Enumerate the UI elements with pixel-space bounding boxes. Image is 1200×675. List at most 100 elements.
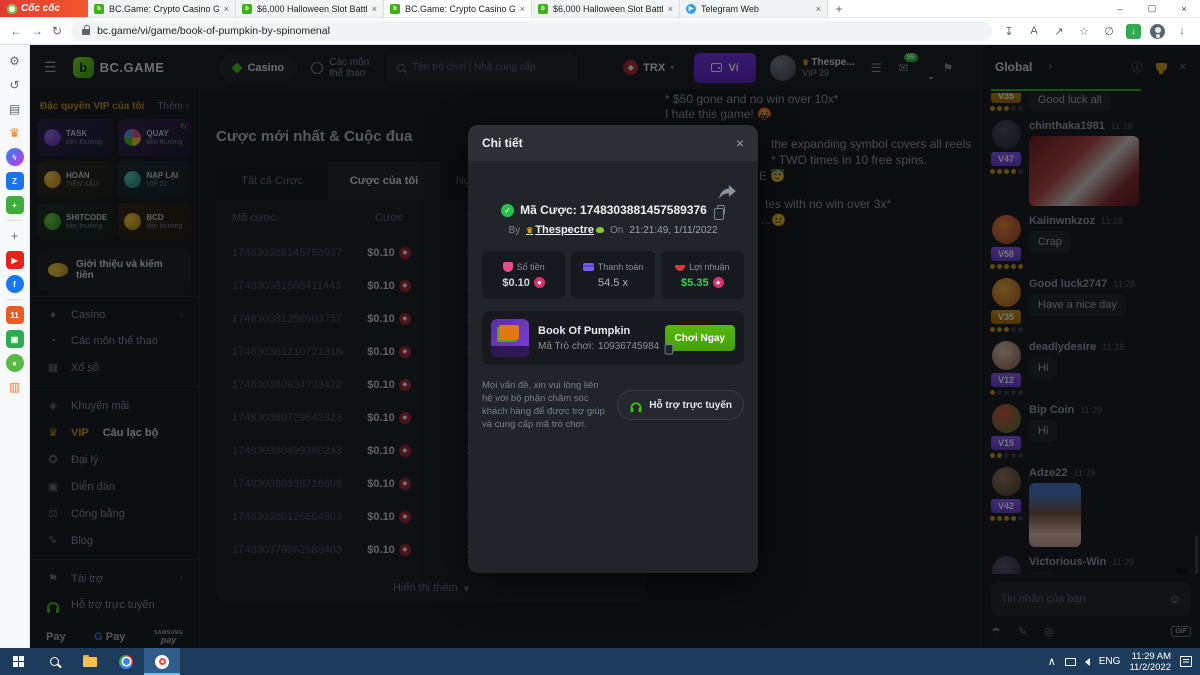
bet-author-row: By ♛Thespectre On 21:21:49, 1/11/2022 bbox=[468, 224, 758, 236]
copy-game-id-icon[interactable] bbox=[667, 342, 669, 351]
share-icon[interactable]: ↗ bbox=[1051, 25, 1067, 38]
new-tab-button[interactable]: + bbox=[828, 0, 850, 17]
payment-card-icon bbox=[583, 263, 594, 271]
tab-title: $6,000 Halloween Slot Battle bbox=[257, 4, 367, 14]
tab-title: BC.Game: Crypto Casino Gan bbox=[109, 4, 219, 14]
share-bet-icon[interactable] bbox=[719, 185, 736, 204]
close-window-button[interactable]: × bbox=[1168, 0, 1200, 17]
bookmark-star-icon[interactable]: ☆ bbox=[1076, 25, 1092, 38]
file-explorer[interactable] bbox=[72, 648, 108, 675]
taskbar-search[interactable] bbox=[36, 648, 72, 675]
cart-icon[interactable]: ▥ bbox=[6, 378, 24, 396]
youtube-icon[interactable]: ▶ bbox=[6, 251, 24, 269]
windows-taskbar: ∧ ENG 11:29 AM11/2/2022 bbox=[0, 648, 1200, 675]
by-label: By bbox=[508, 225, 520, 236]
download-manager-icon[interactable]: ↓ bbox=[1126, 24, 1141, 39]
games-controller-icon[interactable]: + bbox=[6, 196, 24, 214]
coccoc-icon bbox=[155, 655, 169, 669]
facebook-icon[interactable]: f bbox=[6, 275, 24, 293]
browser-sidebar: ⚙ ↺ ▤ ♛ ϟ Z + + ▶ f 11 ▣ ● ▥ bbox=[0, 45, 30, 648]
bet-id-row: ✓ Mã Cược: 1748303881457589376 bbox=[468, 203, 758, 217]
tab-close-icon[interactable]: × bbox=[224, 4, 229, 14]
downloads-icon[interactable]: ↓ bbox=[1174, 25, 1190, 37]
tab-close-icon[interactable]: × bbox=[520, 4, 525, 14]
tab-close-icon[interactable]: × bbox=[816, 4, 821, 14]
tab-bcgame-1[interactable]: bBC.Game: Crypto Casino Gan× bbox=[88, 0, 236, 17]
shop-icon[interactable]: ● bbox=[6, 354, 24, 372]
reload-icon[interactable]: ↻ bbox=[52, 24, 62, 38]
url-bar[interactable]: bc.game/vi/game/book-of-pumpkin-by-spino… bbox=[71, 21, 992, 41]
feed-icon[interactable]: ▤ bbox=[6, 100, 24, 118]
speaker-icon[interactable] bbox=[1085, 658, 1090, 666]
tab-halloween-1[interactable]: b $6,000 Halloween Slot Battle × bbox=[236, 0, 384, 17]
crown-vip-icon[interactable]: ♛ bbox=[6, 124, 24, 142]
play-now-button[interactable]: Chơi Ngay bbox=[665, 325, 735, 351]
tab-title: Telegram Web bbox=[701, 4, 811, 14]
browser-tabstrip: Cốc cốc bBC.Game: Crypto Casino Gan× b$6… bbox=[0, 0, 1200, 18]
crown-icon: ♛ bbox=[526, 226, 533, 235]
minimize-button[interactable]: – bbox=[1104, 0, 1136, 17]
lock-icon bbox=[82, 29, 90, 35]
system-tray: ∧ ENG 11:29 AM11/2/2022 bbox=[1048, 648, 1200, 675]
bcgame-favicon: b bbox=[390, 4, 400, 14]
divider bbox=[7, 299, 23, 300]
url-text: bc.game/vi/game/book-of-pumpkin-by-spino… bbox=[97, 25, 330, 37]
tab-halloween-2[interactable]: b $6,000 Halloween Slot Battle × bbox=[532, 0, 680, 17]
close-modal-icon[interactable]: × bbox=[736, 135, 744, 151]
browser-profile-avatar[interactable] bbox=[1150, 24, 1165, 39]
settings-gear-icon[interactable]: ⚙ bbox=[6, 52, 24, 70]
stat-profit: Lợi nhuận $5.35◆ bbox=[661, 251, 744, 299]
add-shortcut-icon[interactable]: + bbox=[6, 227, 24, 245]
game-thumbnail[interactable] bbox=[491, 319, 529, 357]
screen: Cốc cốc bBC.Game: Crypto Casino Gan× b$6… bbox=[0, 0, 1200, 675]
save-page-icon[interactable]: ↧ bbox=[1001, 25, 1017, 38]
trx-coin-icon: ◆ bbox=[534, 277, 545, 288]
support-row: Mọi vấn đề, xin vui lòng liên hệ với bộ … bbox=[482, 379, 744, 431]
player-link[interactable]: ♛Thespectre bbox=[526, 224, 604, 236]
verified-check-icon: ✓ bbox=[501, 204, 514, 217]
zalo-icon[interactable]: Z bbox=[6, 172, 24, 190]
gift-icon[interactable]: ▣ bbox=[6, 330, 24, 348]
tab-close-icon[interactable]: × bbox=[668, 4, 673, 14]
forward-icon[interactable]: → bbox=[31, 24, 43, 38]
game-name: Book Of Pumpkin bbox=[538, 325, 656, 337]
bcgame-favicon: b bbox=[538, 4, 548, 14]
coccoc-brand[interactable]: Cốc cốc bbox=[0, 0, 88, 17]
tab-close-icon[interactable]: × bbox=[372, 4, 377, 14]
tab-bcgame-2-active[interactable]: bBC.Game: Crypto Casino Gan× bbox=[384, 0, 532, 17]
divider bbox=[7, 220, 23, 221]
sale-1111-icon[interactable]: 11 bbox=[6, 306, 24, 324]
chrome-app[interactable] bbox=[108, 648, 144, 675]
stat-payout: Thanh toán 54.5 x bbox=[571, 251, 654, 299]
folder-icon bbox=[83, 657, 97, 667]
tab-title: $6,000 Halloween Slot Battle bbox=[553, 4, 663, 14]
back-icon[interactable]: ← bbox=[10, 24, 22, 38]
bet-id-label: Mã Cược: bbox=[520, 203, 577, 217]
chrome-icon bbox=[119, 655, 133, 669]
messenger-icon[interactable]: ϟ bbox=[6, 148, 24, 166]
bet-id-value: 1748303881457589376 bbox=[580, 203, 707, 217]
modal-title: Chi tiết bbox=[482, 136, 523, 150]
bcgame-favicon: b bbox=[242, 4, 252, 14]
network-icon[interactable] bbox=[1065, 658, 1076, 666]
game-id-value: 10936745984 bbox=[598, 341, 659, 352]
tray-chevron-up-icon[interactable]: ∧ bbox=[1048, 655, 1056, 668]
coccoc-app-active[interactable] bbox=[144, 648, 180, 675]
maximize-button[interactable]: ▢ bbox=[1136, 0, 1168, 17]
adblock-shield-icon[interactable]: ∅ bbox=[1101, 25, 1117, 38]
support-text: Mọi vấn đề, xin vui lòng liên hệ với bộ … bbox=[482, 379, 607, 431]
tab-telegram[interactable]: ▶ Telegram Web × bbox=[680, 0, 828, 17]
clock[interactable]: 11:29 AM11/2/2022 bbox=[1129, 651, 1171, 673]
start-button[interactable] bbox=[0, 648, 36, 675]
bet-stats: Số tiền $0.10◆ Thanh toán 54.5 x Lợi nhu… bbox=[482, 251, 744, 299]
translate-icon[interactable]: A bbox=[1026, 25, 1042, 37]
history-icon[interactable]: ↺ bbox=[6, 76, 24, 94]
action-center-icon[interactable] bbox=[1180, 656, 1192, 667]
copy-bet-id-icon[interactable] bbox=[717, 205, 725, 215]
game-info-card: Book Of Pumpkin Mã Trò chơi: 10936745984… bbox=[482, 311, 744, 365]
telegram-favicon: ▶ bbox=[686, 4, 696, 14]
live-support-button[interactable]: Hỗ trợ trực tuyến bbox=[617, 390, 744, 420]
language-indicator[interactable]: ENG bbox=[1099, 656, 1121, 667]
on-label: On bbox=[610, 225, 623, 236]
frog-emoji-icon bbox=[596, 227, 604, 233]
